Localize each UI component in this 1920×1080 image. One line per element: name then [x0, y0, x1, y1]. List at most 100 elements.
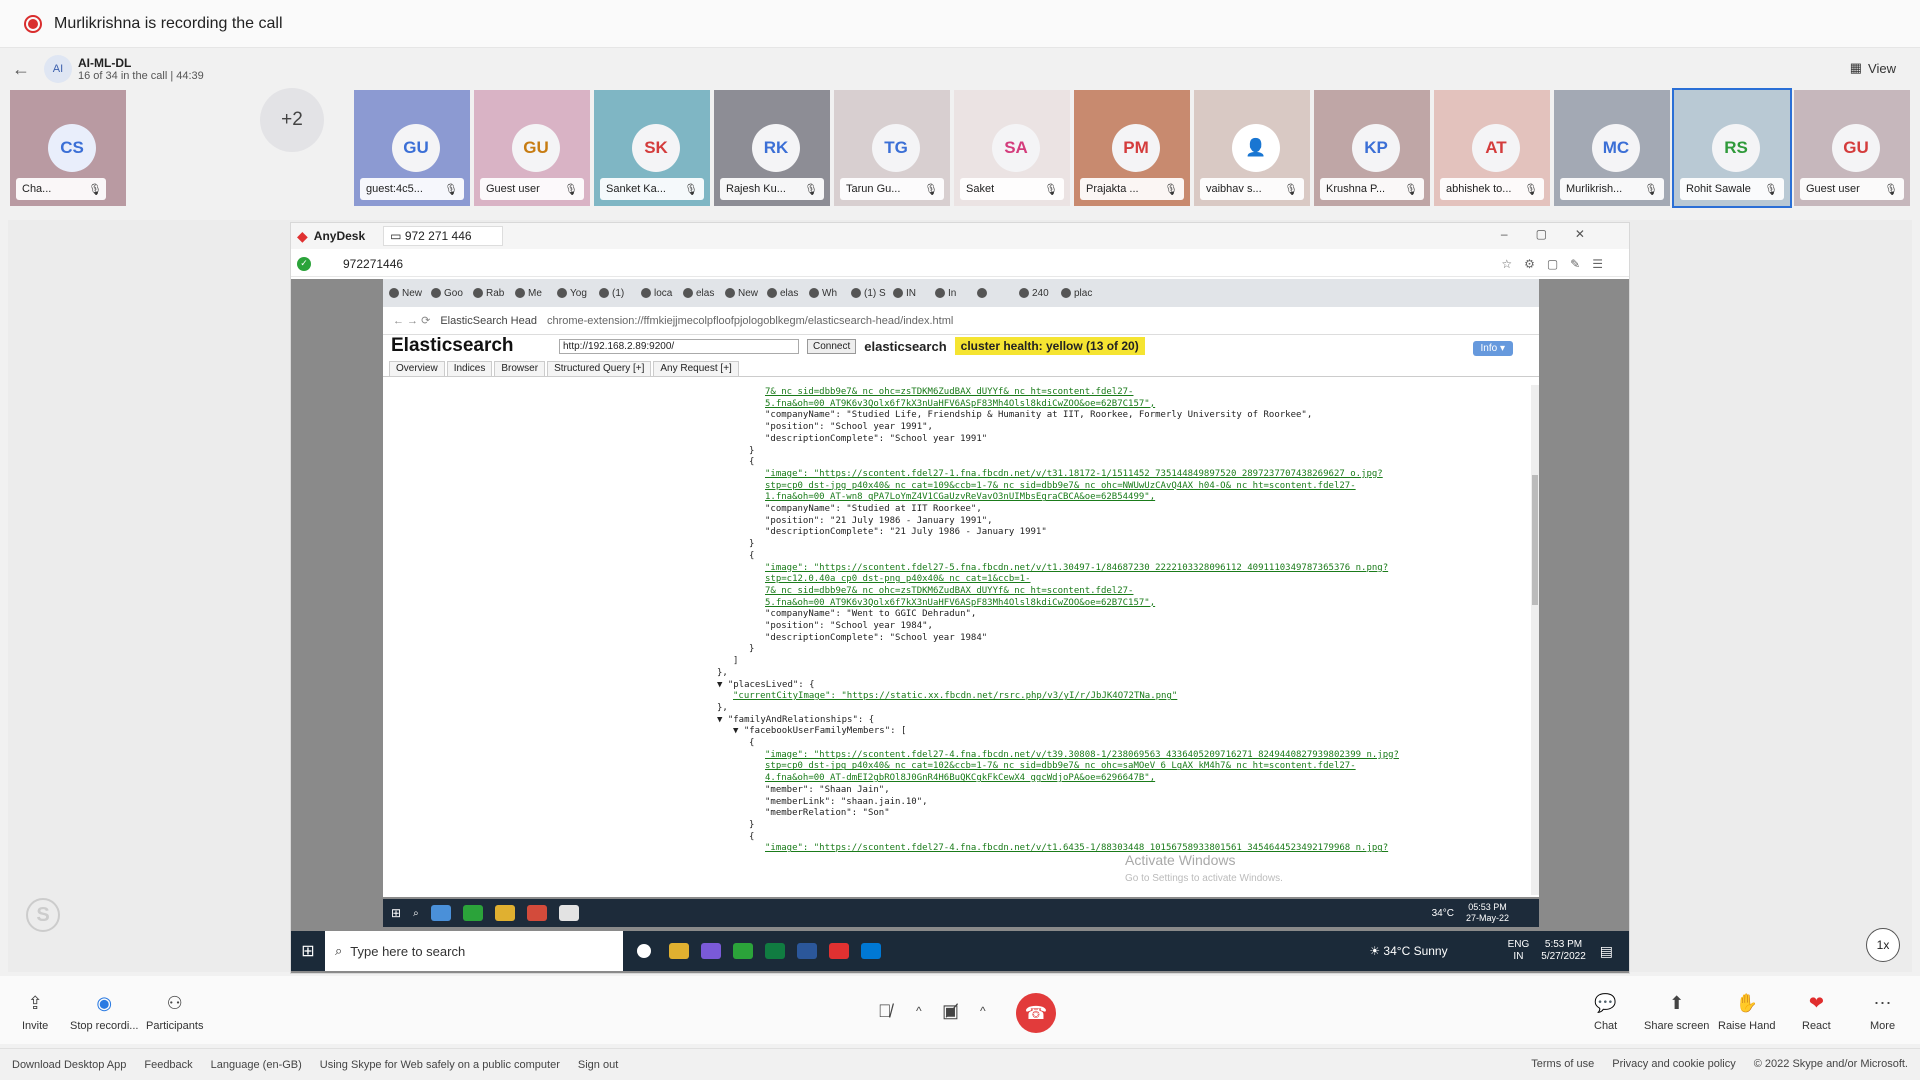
json-line[interactable]: 5.fna&oh=00_AT9K6v3Qolx6f7kX3nUaHFV6ASpF… — [765, 598, 1155, 610]
participant-tile[interactable]: GU guest:4c5... 🎙 — [354, 90, 470, 206]
group-name[interactable]: AI-ML-DL — [78, 56, 204, 70]
session-tab[interactable]: ▭ 972 271 446 — [383, 226, 503, 246]
es-tab[interactable]: Indices — [446, 361, 493, 376]
footer-link[interactable]: Download Desktop App — [12, 1059, 126, 1071]
participant-tile[interactable]: PM Prajakta ... 🎙 — [1074, 90, 1190, 206]
share-screen-button[interactable]: ⬆ Share screen — [1644, 992, 1709, 1032]
browser-tab[interactable]: IN — [893, 282, 933, 304]
windows-start-icon[interactable]: ⊞ — [291, 941, 325, 961]
browser-tab[interactable]: New — [725, 282, 765, 304]
mute-button[interactable]: 🎙̸ — [878, 1000, 892, 1022]
browser-tab[interactable]: Me — [515, 282, 555, 304]
es-tab[interactable]: Structured Query [+] — [547, 361, 652, 376]
json-line[interactable]: "image": "https://scontent.fdel27-1.fna.… — [765, 469, 1383, 481]
json-line[interactable]: "image": "https://scontent.fdel27-4.fna.… — [765, 843, 1388, 855]
browser-tab[interactable]: Wh — [809, 282, 849, 304]
footer-link[interactable]: Terms of use — [1531, 1058, 1594, 1070]
back-arrow-icon[interactable]: ← — [12, 59, 36, 80]
participant-tile[interactable]: RK Rajesh Ku... 🎙 — [714, 90, 830, 206]
es-tab[interactable]: Browser — [494, 361, 546, 376]
browser-tab[interactable] — [977, 282, 1017, 304]
participant-tile[interactable]: GU Guest user 🎙 — [1794, 90, 1910, 206]
app-icon[interactable] — [861, 943, 881, 959]
es-url-input[interactable]: http://192.168.2.89:9200/ — [559, 338, 799, 354]
json-line[interactable]: "image": "https://scontent.fdel27-5.fna.… — [765, 563, 1388, 575]
json-line[interactable]: stp=cp0_dst-jpg_p40x40&_nc_cat=102&ccb=1… — [765, 761, 1356, 773]
participant-tile[interactable]: SK Sanket Ka... 🎙 — [594, 90, 710, 206]
footer-link[interactable]: Privacy and cookie policy — [1612, 1058, 1736, 1070]
invite-button[interactable]: ⇪ Invite — [22, 992, 48, 1032]
local-clock[interactable]: 5:53 PM 5/27/2022 — [1541, 939, 1586, 963]
remote-desktop[interactable]: New Goo Rab Me Yog (1) loca elas New elas Wh (1) S I… — [291, 279, 1629, 973]
camera-button[interactable]: ▣̸ — [942, 1000, 959, 1022]
footer-link[interactable]: Using Skype for Web safely on a public c… — [320, 1059, 560, 1071]
json-line[interactable]: 7&_nc_sid=dbb9e7&_nc_ohc=zsTDKM6ZudBAX_d… — [765, 387, 1133, 399]
participant-tile[interactable]: RS Rohit Sawale 🎙 — [1672, 88, 1792, 208]
app-icon[interactable] — [637, 944, 651, 958]
json-line[interactable]: "image": "https://scontent.fdel27-4.fna.… — [765, 750, 1399, 762]
hang-up-button[interactable]: ☎ — [1016, 993, 1056, 1033]
app-icon[interactable] — [733, 943, 753, 959]
group-avatar[interactable]: AI — [44, 55, 72, 83]
participant-tile[interactable]: TG Tarun Gu... 🎙 — [834, 90, 950, 206]
stop-recording-button[interactable]: ◉ Stop recordi... — [70, 992, 138, 1032]
app-icon[interactable] — [669, 943, 689, 959]
footer-link[interactable]: Sign out — [578, 1059, 618, 1071]
browser-tab[interactable]: loca — [641, 282, 681, 304]
json-line[interactable]: 4.fna&oh=00_AT-dmEI2gbROl8J0GnR4H6BuQKCg… — [765, 773, 1155, 785]
language-indicator[interactable]: ENG IN — [1508, 939, 1530, 963]
json-line[interactable]: stp=cp0_dst-jpg_p40x40&_nc_cat=109&ccb=1… — [765, 481, 1356, 493]
more-button[interactable]: ⋯ More — [1870, 992, 1895, 1032]
browser-tab[interactable]: plac — [1061, 282, 1101, 304]
view-button[interactable]: ▦ View — [1850, 60, 1896, 76]
browser-tab[interactable]: Goo — [431, 282, 471, 304]
browser-tab[interactable]: Rab — [473, 282, 513, 304]
react-button[interactable]: ❤ React — [1802, 992, 1831, 1032]
scroll-thumb[interactable] — [1532, 475, 1538, 605]
footer-link[interactable]: © 2022 Skype and/or Microsoft. — [1754, 1058, 1908, 1070]
info-button[interactable]: Info ▾ — [1472, 341, 1513, 356]
more-participants-button[interactable]: +2 — [260, 88, 324, 152]
browser-tab[interactable]: 240 — [1019, 282, 1059, 304]
browser-tab[interactable]: New — [389, 282, 429, 304]
address-bar[interactable]: chrome-extension://ffmkiejjmecolpfloofpj… — [547, 315, 953, 327]
browser-tab[interactable]: (1) — [599, 282, 639, 304]
browser-tab[interactable]: Yog — [557, 282, 597, 304]
app-icon[interactable] — [797, 943, 817, 959]
app-icon[interactable] — [462, 905, 483, 921]
footer-link[interactable]: Language (en-GB) — [211, 1059, 302, 1071]
es-tab[interactable]: Overview — [389, 361, 445, 376]
raise-hand-button[interactable]: ✋ Raise Hand — [1718, 992, 1775, 1032]
chat-button[interactable]: 💬 Chat — [1594, 992, 1617, 1032]
json-line[interactable]: 5.fna&oh=00_AT9K6v3Qolx6f7kX3nUaHFV6ASpF… — [765, 399, 1155, 411]
address-field[interactable]: 972271446 — [343, 257, 403, 271]
scrollbar[interactable] — [1531, 385, 1539, 895]
taskbar-search[interactable]: ⌕ Type here to search — [325, 931, 623, 971]
participant-tile[interactable]: AT abhishek to... 🎙 — [1434, 90, 1550, 206]
json-line[interactable]: "currentCityImage": "https://static.xx.f… — [733, 691, 1177, 703]
nav-arrows-icon[interactable]: ← → ⟳ — [393, 314, 430, 327]
app-icon[interactable] — [701, 943, 721, 959]
participant-tile[interactable]: KP Krushna P... 🎙 — [1314, 90, 1430, 206]
json-line[interactable]: 7&_nc_sid=dbb9e7&_nc_ohc=zsTDKM6ZudBAX_d… — [765, 586, 1133, 598]
browser-tab[interactable]: elas — [683, 282, 723, 304]
app-icon[interactable] — [829, 943, 849, 959]
mic-options-button[interactable]: ^ — [916, 1000, 922, 1022]
app-icon[interactable] — [526, 905, 547, 921]
app-icon[interactable] — [494, 905, 515, 921]
app-icon[interactable] — [765, 943, 785, 959]
participant-tile[interactable]: SA Saket 🎙 — [954, 90, 1070, 206]
footer-link[interactable]: Feedback — [144, 1059, 192, 1071]
participant-tile[interactable]: MC Murlikrish... 🎙 — [1554, 90, 1670, 206]
search-icon[interactable]: ⌕ — [413, 908, 419, 919]
camera-options-button[interactable]: ^ — [980, 1000, 986, 1022]
connect-button[interactable]: Connect — [807, 338, 857, 354]
windows-start-icon[interactable]: ⊞ — [391, 906, 401, 920]
json-line[interactable]: 1.fna&oh=00_AT-wn8_qPA7LoYmZ4V1CGaUzvReV… — [765, 492, 1155, 504]
app-icon[interactable] — [430, 905, 451, 921]
es-tab[interactable]: Any Request [+] — [653, 361, 739, 376]
browser-tab[interactable]: In — [935, 282, 975, 304]
notification-icon[interactable]: ▤ — [1600, 943, 1613, 960]
json-line[interactable]: stp=c12.0.40a_cp0_dst-png_p40x40&_nc_cat… — [765, 574, 1031, 586]
browser-tab[interactable]: elas — [767, 282, 807, 304]
